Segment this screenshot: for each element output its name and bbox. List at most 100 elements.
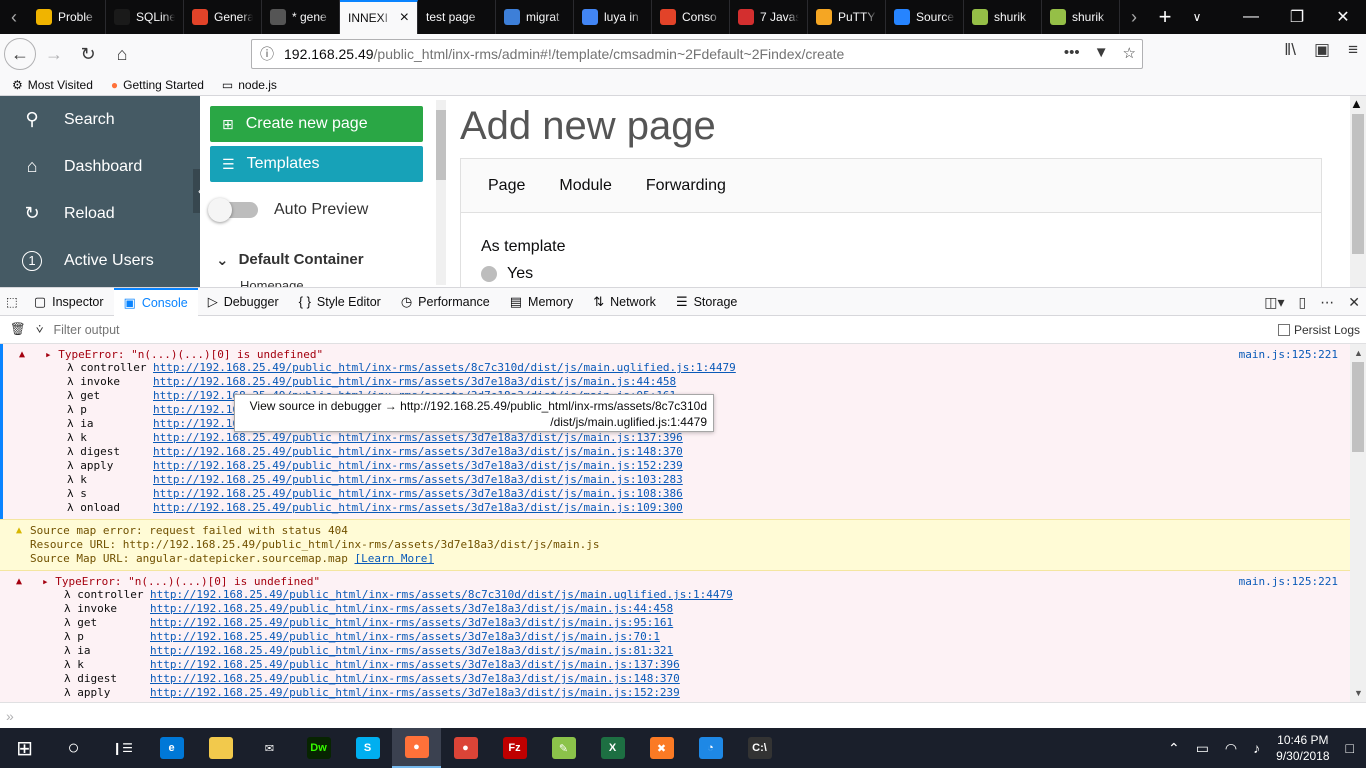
windows-start-icon[interactable]: ⊞ [0,728,49,768]
clock-app-icon[interactable]: ◔ [686,728,735,768]
tab-inspector[interactable]: ▢ Inspector [24,288,114,316]
battery-icon[interactable]: ▭ [1196,740,1209,757]
browser-tab[interactable]: 7 Javas [730,0,808,34]
frame-source-link[interactable]: http://192.168.25.49/public_html/inx-rms… [153,459,683,473]
page-scrollbar[interactable]: ▲ ▼ [1350,96,1366,287]
frame-source-link[interactable]: http://192.168.25.49/public_html/inx-rms… [153,487,683,501]
library-icon[interactable]: ‖\ [1284,40,1296,60]
frame-source-link[interactable]: http://192.168.25.49/public_html/inx-rms… [150,686,680,700]
frame-source-link[interactable]: http://192.168.25.49/public_html/inx-rms… [150,588,733,602]
frame-source-link[interactable]: http://192.168.25.49/public_html/inx-rms… [153,473,683,487]
tab-performance[interactable]: ◷ Performance [391,288,500,316]
browser-tab[interactable]: * gene [262,0,340,34]
sidebar-item-active-users[interactable]: 1 Active Users [0,237,200,284]
toggle-switch[interactable] [208,198,258,222]
learn-more-link[interactable]: [Learn More] [355,552,434,565]
terminal-icon[interactable]: C:\ [735,728,784,768]
tab-page[interactable]: Page [488,177,525,195]
browser-tab[interactable]: INNEXI × [340,0,418,34]
pocket-icon[interactable]: ▼ [1094,44,1109,62]
wifi-icon[interactable]: ◠ [1225,740,1237,757]
notifications-icon[interactable]: □ [1346,740,1354,756]
scroll-up-icon[interactable]: ▲ [1354,348,1363,358]
container-heading[interactable]: ⌄ Default Container [216,251,364,269]
sidebar-item-search[interactable]: ⚲ Search [0,96,200,143]
checkbox[interactable] [1277,324,1290,336]
filter-icon[interactable]: ⩒ [36,322,54,337]
mail-icon[interactable]: ✉ [245,728,294,768]
browser-tab[interactable]: shurik [964,0,1042,34]
taskview-icon[interactable]: ❙☰ [98,728,147,768]
frame-source-link[interactable]: http://192.168.25.49/public_html/inx-rms… [150,602,673,616]
firefox-icon[interactable]: ● [392,728,441,768]
close-devtools-icon[interactable]: ✕ [1348,294,1360,311]
tab-scroll-left-icon[interactable]: ‹ [0,0,28,34]
xampp-icon[interactable]: ✖ [637,728,686,768]
notepad-icon[interactable]: ✎ [539,728,588,768]
frame-source-link[interactable]: http://192.168.25.49/public_html/inx-rms… [150,630,660,644]
tab-storage[interactable]: ☰ Storage [666,288,747,316]
excel-icon[interactable]: X [588,728,637,768]
console-input[interactable]: » [0,702,1366,728]
error-location-link[interactable]: main.js:125:221 [1239,575,1338,588]
browser-tab[interactable]: migrat [496,0,574,34]
sidebar-toggle-icon[interactable]: ▣ [1314,40,1330,60]
tab-network[interactable]: ⇅ Network [583,288,666,316]
url-bar[interactable]: ⓘ 192.168.25.49 /public_html/inx-rms/adm… [251,39,1143,69]
tab-console[interactable]: ▣ Console [113,287,198,316]
tab-debugger[interactable]: ▷ Debugger [198,288,289,316]
filter-output-input[interactable] [53,322,454,337]
bookmark-most-visited[interactable]: ⚙ Most Visited [12,78,93,92]
browser-tab[interactable]: Source [886,0,964,34]
tray-expand-icon[interactable]: ⌃ [1168,740,1180,757]
expand-arrow-icon[interactable]: ▸ [45,348,52,361]
frame-source-link[interactable]: http://192.168.25.49/public_html/inx-rms… [150,616,673,630]
create-new-page-button[interactable]: ⊞ Create new page [210,106,423,142]
clock[interactable]: 10:46 PM 9/30/2018 [1276,732,1329,764]
browser-tab[interactable]: test page [418,0,496,34]
separate-window-icon[interactable]: ▯ [1299,294,1307,311]
tab-style-editor[interactable]: { } Style Editor [289,288,391,316]
scroll-thumb[interactable] [1352,362,1364,452]
as-template-yes-option[interactable]: Yes [481,265,533,283]
minimize-icon[interactable]: — [1228,0,1274,34]
reload-page-icon[interactable]: ↻ [72,38,104,70]
bookmark-folder-nodejs[interactable]: ▭ node.js [222,78,277,92]
error-text[interactable]: ▸ TypeError: "n(...)(...)[0] is undefine… [18,575,1350,588]
frame-source-link[interactable]: http://192.168.25.49/public_html/inx-rms… [153,375,676,389]
frame-source-link[interactable]: http://192.168.25.49/public_html/inx-rms… [150,658,680,672]
browser-tab[interactable]: Genera [184,0,262,34]
page-actions-icon[interactable]: ••• [1064,44,1080,62]
bookmark-star-icon[interactable]: ☆ [1123,44,1136,62]
error-text[interactable]: ▸ TypeError: "n(...)(...)[0] is undefine… [21,348,1350,361]
sidebar-item-dashboard[interactable]: ⌂ Dashboard [0,143,200,190]
close-tab-icon[interactable]: × [400,9,409,27]
scroll-up-icon[interactable]: ▲ [1350,96,1363,111]
browser-tab[interactable]: PuTTY [808,0,886,34]
volume-icon[interactable]: ♪ [1253,740,1260,756]
forward-icon[interactable]: → [38,38,70,70]
restore-icon[interactable]: ❐ [1274,0,1320,34]
scroll-thumb[interactable] [1352,114,1364,254]
pick-element-icon[interactable]: ⬚ [0,288,24,316]
frame-source-link[interactable]: http://192.168.25.49/public_html/inx-rms… [153,501,683,515]
sidebar-item-reload[interactable]: ↻ Reload [0,190,200,237]
radio-button[interactable] [481,266,497,282]
expand-arrow-icon[interactable]: ▸ [42,575,49,588]
tree-scrollbar[interactable] [436,100,446,285]
dreamweaver-icon[interactable]: Dw [294,728,343,768]
site-info-icon[interactable]: ⓘ [260,44,274,64]
new-tab-icon[interactable]: + [1148,0,1182,34]
browser-tab[interactable]: Conso [652,0,730,34]
tree-item-homepage[interactable]: Homepage [240,278,304,287]
tab-scroll-right-icon[interactable]: › [1120,0,1148,34]
tab-forwarding[interactable]: Forwarding [646,177,726,195]
tab-memory[interactable]: ▤ Memory [500,288,583,316]
edge-icon[interactable]: e [147,728,196,768]
back-icon[interactable]: ← [4,38,36,70]
scroll-thumb[interactable] [436,110,446,180]
frame-source-link[interactable]: http://192.168.25.49/public_html/inx-rms… [150,672,680,686]
devtools-menu-icon[interactable]: ⋯ [1320,294,1334,311]
frame-source-link[interactable]: http://192.168.25.49/public_html/inx-rms… [150,644,673,658]
dock-layout-icon[interactable]: ◫▾ [1264,294,1284,311]
